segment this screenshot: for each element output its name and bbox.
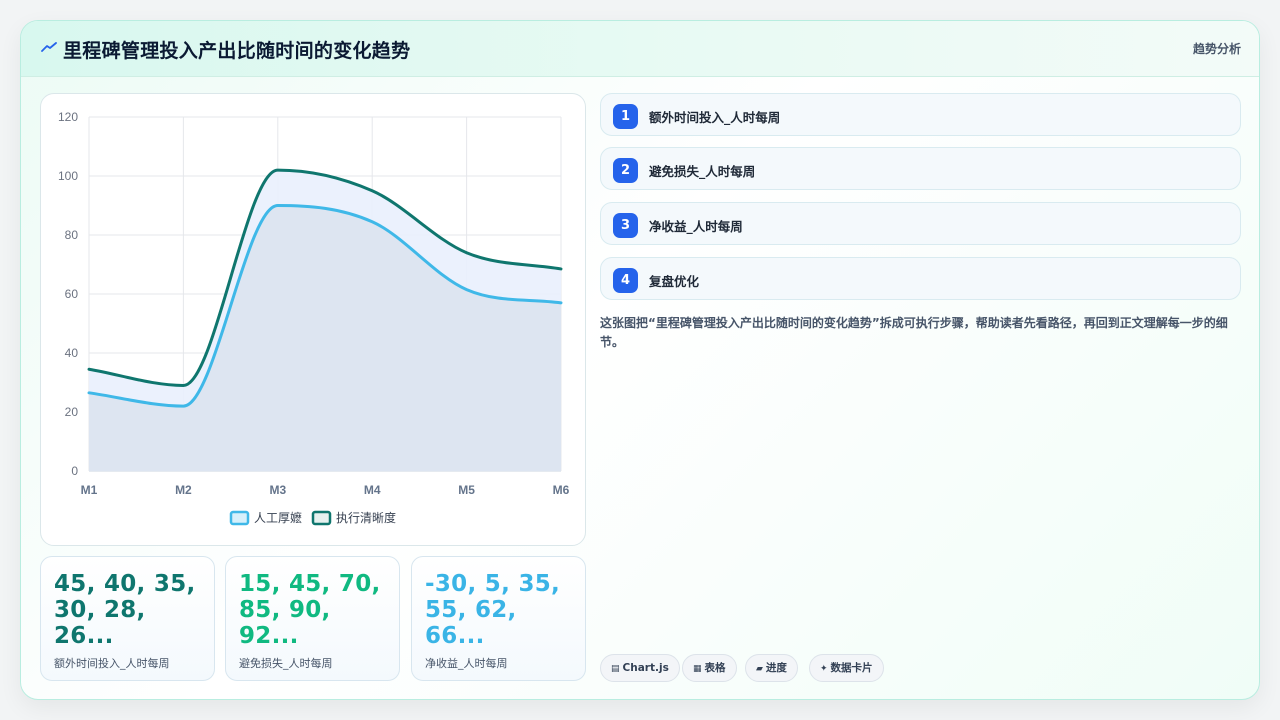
stat-value: 15, 45, 70, 85, 90, 92... [239,571,381,649]
step-item-4[interactable]: 4 复盘优化 [600,257,1241,300]
stat-card-avoided-loss: 15, 45, 70, 85, 90, 92... 避免损失_人时每周 [225,556,400,681]
stat-card-extra-time: 45, 40, 35, 30, 28, 26... 额外时间投入_人时每周 [40,556,215,681]
y-tick-label: 40 [65,346,79,360]
y-tick-label: 80 [65,228,79,242]
x-tick-label: M5 [458,483,475,497]
y-tick-label: 0 [71,464,78,478]
step-label: 净收益_人时每周 [649,219,743,234]
pill-data-card[interactable]: ✦ 数据卡片 [809,654,884,682]
series-area-0 [89,205,561,471]
y-tick-label: 120 [58,110,78,124]
pill-label: 进度 [765,662,787,674]
legend-label: 执行清晰度 [336,510,396,525]
y-tick-label: 100 [58,169,78,183]
stat-value: -30, 5, 35, 55, 62, 66... [425,571,561,649]
x-tick-label: M2 [175,483,192,497]
step-item-1[interactable]: 1 额外时间投入_人时每周 [600,93,1241,136]
page-title: 里程碑管理投入产出比随时间的变化趋势 [63,40,411,62]
legend-swatch [311,510,332,526]
pill-label: 表格 [704,662,726,674]
step-item-2[interactable]: 2 避免损失_人时每周 [600,147,1241,190]
step-item-3[interactable]: 3 净收益_人时每周 [600,202,1241,245]
progress-icon: ▰ [756,664,763,674]
x-tick-label: M3 [269,483,286,497]
stat-label: 净收益_人时每周 [425,657,508,670]
chart-icon: ▤ [611,664,620,674]
pill-label: Chart.js [622,662,669,674]
x-tick-label: M6 [553,483,570,497]
stat-label: 额外时间投入_人时每周 [54,657,170,670]
step-number-badge: 4 [613,268,638,293]
table-icon: ▦ [693,664,702,674]
step-label: 额外时间投入_人时每周 [649,110,781,125]
description-text: 这张图把“里程碑管理投入产出比随时间的变化趋势”拆成可执行步骤，帮助读者先看路径… [600,316,1228,349]
step-label: 复盘优化 [649,274,700,289]
header-tag[interactable]: 趋势分析 [1193,40,1241,57]
stat-card-net-benefit: -30, 5, 35, 55, 62, 66... 净收益_人时每周 [411,556,586,681]
trend-line-icon [41,42,57,52]
pill-chartjs[interactable]: ▤ Chart.js [600,654,680,682]
step-number-badge: 2 [613,158,638,183]
chart-panel: 0 20 40 60 80 100 120 M1 M2 M3 M4 M5 M6 人工厚嬷 执行清晰度 [40,93,586,546]
step-label: 避免损失_人时每周 [649,164,756,179]
legend-label: 人工厚嬷 [254,510,302,525]
legend-swatch [229,510,250,526]
y-tick-label: 60 [65,287,79,301]
sparkle-icon: ✦ [820,664,828,674]
main-card: 里程碑管理投入产出比随时间的变化趋势 趋势分析 0 20 40 60 80 100 120 M… [20,20,1260,700]
stat-label: 避免损失_人时每周 [239,657,333,670]
step-number-badge: 3 [613,213,638,238]
pill-label: 数据卡片 [830,662,873,674]
x-tick-label: M4 [364,483,381,497]
area-chart: 0 20 40 60 80 100 120 M1 M2 M3 M4 M5 M6 人工厚嬷 执行清晰度 [58,110,570,526]
x-tick-label: M1 [81,483,98,497]
pill-progress[interactable]: ▰ 进度 [745,654,798,682]
header-bar: 里程碑管理投入产出比随时间的变化趋势 趋势分析 [21,21,1259,77]
step-number-badge: 1 [613,104,638,129]
pill-table[interactable]: ▦ 表格 [682,654,737,682]
y-tick-label: 20 [65,405,79,419]
stat-value: 45, 40, 35, 30, 28, 26... [54,571,196,649]
